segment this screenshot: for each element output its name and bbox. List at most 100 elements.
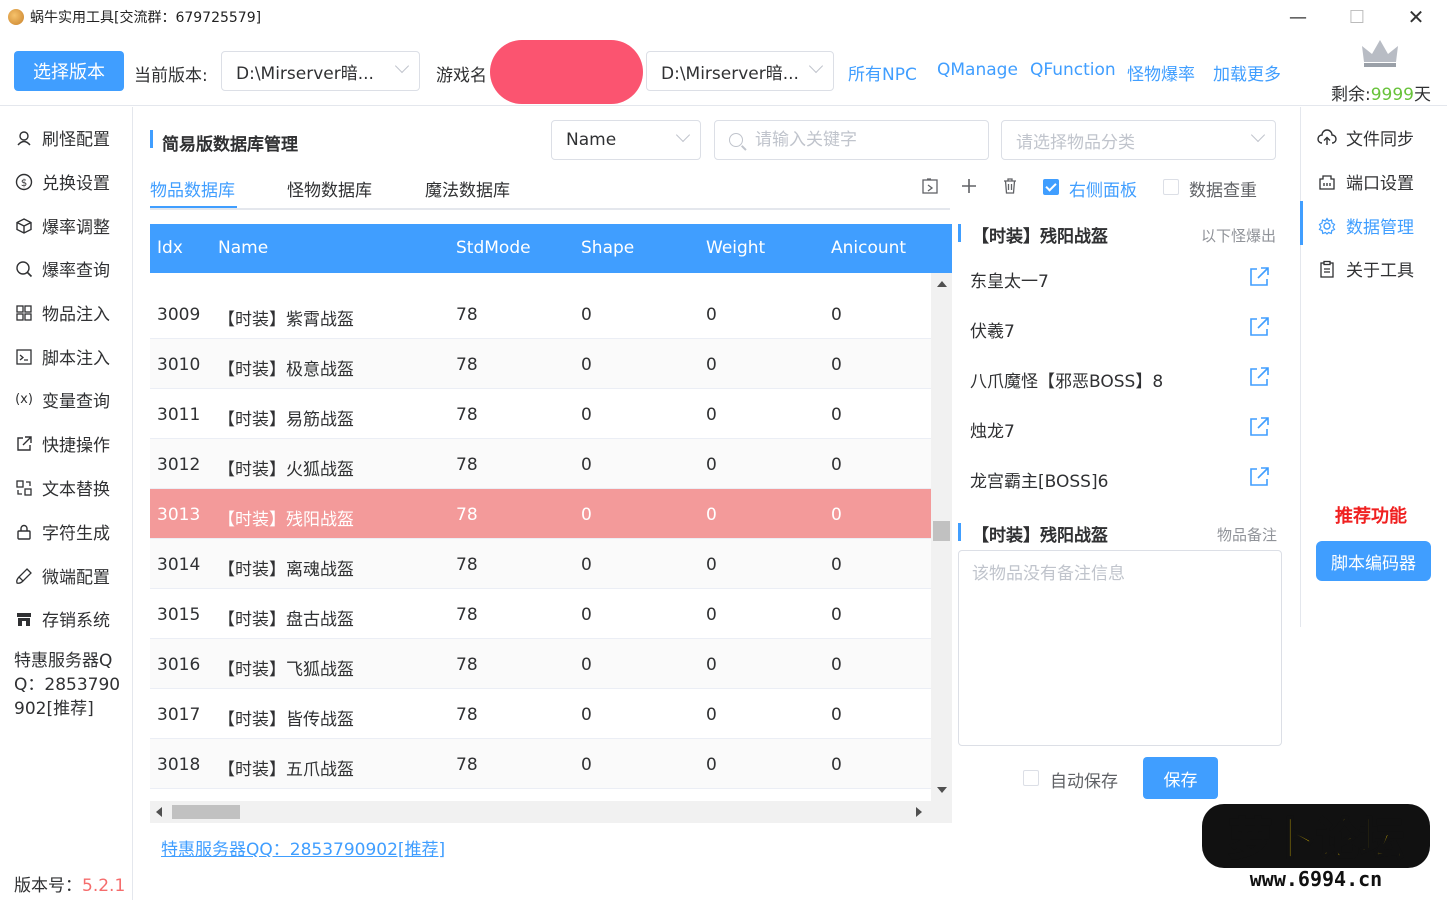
autosave-checkbox[interactable] bbox=[1023, 770, 1039, 786]
svg-text:$: $ bbox=[21, 178, 27, 189]
trash-icon[interactable] bbox=[1000, 176, 1020, 196]
rnav-item-file-sync[interactable]: 文件同步 bbox=[1317, 125, 1414, 150]
table-horizontal-scrollbar[interactable] bbox=[150, 801, 952, 823]
game-path-select[interactable]: D:\Mirserver暗... bbox=[646, 51, 834, 91]
cell-anicount: 0 bbox=[831, 755, 842, 775]
version-info: 版本号：5.2.1 bbox=[14, 876, 126, 896]
right-panel-checkbox[interactable] bbox=[1043, 179, 1059, 195]
column-header-stdmode[interactable]: StdMode bbox=[456, 238, 531, 258]
sidebar-item-droprate-adjust[interactable]: 爆率调整 bbox=[14, 213, 110, 238]
chevron-down-icon bbox=[808, 58, 824, 74]
table-row[interactable]: 3010 【时装】极意战盔 78 0 0 0 bbox=[150, 339, 931, 389]
cell-weight: 0 bbox=[706, 755, 717, 775]
link-monster-droprate[interactable]: 怪物爆率 bbox=[1127, 60, 1195, 85]
cell-name: 【时装】五爪战盔 bbox=[218, 760, 354, 780]
search-input[interactable] bbox=[755, 130, 975, 150]
external-link-icon[interactable] bbox=[1248, 416, 1270, 438]
sidebar-item-text-replace[interactable]: 文本替换 bbox=[14, 475, 110, 500]
rnav-item-port-settings[interactable]: 端口设置 bbox=[1317, 169, 1414, 194]
sidebar-item-exchange-settings[interactable]: $ 兑换设置 bbox=[14, 169, 110, 194]
table-row[interactable]: 3017 【时装】皆传战盔 78 0 0 0 bbox=[150, 689, 931, 739]
autosave-label[interactable]: 自动保存 bbox=[1050, 767, 1118, 792]
rnav-item-about[interactable]: 关于工具 bbox=[1317, 256, 1414, 281]
tab-monster-db[interactable]: 怪物数据库 bbox=[287, 176, 372, 201]
scroll-right-arrow-icon[interactable] bbox=[916, 807, 922, 817]
scroll-down-arrow-icon[interactable] bbox=[937, 787, 947, 793]
maximize-button[interactable]: ☐ bbox=[1327, 0, 1387, 34]
external-link-icon[interactable] bbox=[1248, 466, 1270, 488]
link-qmanage[interactable]: QManage bbox=[937, 60, 1018, 80]
drop-monster-item: 龙宫霸主[BOSS]6 bbox=[970, 472, 1109, 492]
sidebar-item-droprate-query[interactable]: 爆率查询 bbox=[14, 256, 110, 281]
drops-accent-bar bbox=[958, 224, 961, 242]
link-qfunction[interactable]: QFunction bbox=[1030, 60, 1116, 80]
table-row[interactable]: 3011 【时装】易筋战盔 78 0 0 0 bbox=[150, 389, 931, 439]
sidebar-item-spawn-config[interactable]: 刷怪配置 bbox=[14, 125, 110, 150]
link-load-more[interactable]: 加载更多 bbox=[1213, 60, 1281, 85]
script-encoder-button[interactable]: 脚本编码器 bbox=[1316, 541, 1431, 581]
scroll-left-arrow-icon[interactable] bbox=[156, 807, 162, 817]
sidebar-item-item-inject[interactable]: 物品注入 bbox=[14, 300, 110, 325]
save-button[interactable]: 保存 bbox=[1143, 757, 1218, 799]
table-vertical-scrollbar[interactable] bbox=[931, 273, 952, 801]
column-header-anicount[interactable]: Anicount bbox=[831, 238, 906, 258]
right-panel-label[interactable]: 右侧面板 bbox=[1069, 176, 1137, 201]
link-all-npc[interactable]: 所有NPC bbox=[848, 60, 917, 85]
table-row[interactable]: 3014 【时装】离魂战盔 78 0 0 0 bbox=[150, 539, 931, 589]
rnav-item-data-management[interactable]: 数据管理 bbox=[1317, 213, 1414, 238]
table-row[interactable]: 3009 【时装】紫霄战盔 78 0 0 0 bbox=[150, 289, 931, 339]
table-row[interactable]: 3016 【时装】飞狐战盔 78 0 0 0 bbox=[150, 639, 931, 689]
keyword-search[interactable] bbox=[714, 120, 989, 160]
minimize-button[interactable]: — bbox=[1268, 0, 1328, 34]
column-header-weight[interactable]: Weight bbox=[706, 238, 765, 258]
tab-magic-db[interactable]: 魔法数据库 bbox=[425, 176, 510, 201]
close-button[interactable]: ✕ bbox=[1386, 0, 1446, 34]
item-note-textarea[interactable] bbox=[958, 550, 1282, 746]
sidebar-item-store-system[interactable]: 存销系统 bbox=[14, 606, 110, 631]
scroll-thumb[interactable] bbox=[933, 521, 950, 541]
sidebar-item-script-inject[interactable]: 脚本注入 bbox=[14, 344, 110, 369]
gear-icon bbox=[1317, 216, 1337, 236]
sidebar-item-microclient-config[interactable]: 微端配置 bbox=[14, 563, 110, 588]
field-select[interactable]: Name bbox=[551, 120, 701, 160]
column-header-name[interactable]: Name bbox=[218, 238, 268, 258]
monster-icon bbox=[14, 128, 34, 148]
dedupe-label[interactable]: 数据查重 bbox=[1189, 176, 1257, 201]
dedupe-checkbox[interactable] bbox=[1163, 179, 1179, 195]
cell-name: 【时装】盘古战盔 bbox=[218, 610, 354, 630]
sidebar-item-char-generate[interactable]: 字符生成 bbox=[14, 519, 110, 544]
external-link-icon[interactable] bbox=[1248, 366, 1270, 388]
title-bar: 蜗牛实用工具[交流群：679725579] — ☐ ✕ bbox=[0, 0, 1447, 34]
current-version-select[interactable]: D:\Mirserver暗... bbox=[221, 51, 420, 91]
cell-stdmode: 78 bbox=[456, 505, 478, 525]
sidebar-promo[interactable]: 特惠服务器QQ：2853790902[推荐] bbox=[14, 649, 126, 721]
column-header-idx[interactable]: Idx bbox=[157, 238, 183, 258]
cell-shape: 0 bbox=[581, 605, 592, 625]
table-row[interactable]: 3013 【时装】残阳战盔 78 0 0 0 bbox=[150, 489, 931, 539]
table-row[interactable]: 3012 【时装】火狐战盔 78 0 0 0 bbox=[150, 439, 931, 489]
replace-icon bbox=[14, 478, 34, 498]
cell-stdmode: 78 bbox=[456, 405, 478, 425]
cell-weight: 0 bbox=[706, 305, 717, 325]
cell-anicount: 0 bbox=[831, 505, 842, 525]
promo-footer-link[interactable]: 特惠服务器QQ：2853790902[推荐] bbox=[161, 835, 445, 860]
cell-anicount: 0 bbox=[831, 455, 842, 475]
table-row[interactable]: 3015 【时装】盘古战盔 78 0 0 0 bbox=[150, 589, 931, 639]
external-link-icon[interactable] bbox=[1248, 316, 1270, 338]
cell-anicount: 0 bbox=[831, 605, 842, 625]
cell-stdmode: 78 bbox=[456, 455, 478, 475]
scroll-thumb[interactable] bbox=[172, 805, 240, 819]
sidebar-item-quick-actions[interactable]: 快捷操作 bbox=[14, 431, 110, 456]
column-header-shape[interactable]: Shape bbox=[581, 238, 634, 258]
cell-name: 【时装】紫霄战盔 bbox=[218, 310, 354, 330]
add-icon[interactable] bbox=[959, 176, 979, 196]
remaining-days: 剩余:9999天 bbox=[1331, 85, 1431, 105]
select-version-button[interactable]: 选择版本 bbox=[14, 51, 124, 91]
table-row[interactable]: 3018 【时装】五爪战盔 78 0 0 0 bbox=[150, 739, 931, 789]
external-link-icon[interactable] bbox=[1248, 266, 1270, 288]
category-select[interactable]: 请选择物品分类 bbox=[1001, 120, 1276, 160]
tab-item-db[interactable]: 物品数据库 bbox=[150, 176, 235, 201]
import-icon[interactable] bbox=[920, 176, 940, 196]
scroll-up-arrow-icon[interactable] bbox=[937, 281, 947, 287]
sidebar-item-variable-query[interactable]: (x) 变量查询 bbox=[14, 387, 110, 412]
